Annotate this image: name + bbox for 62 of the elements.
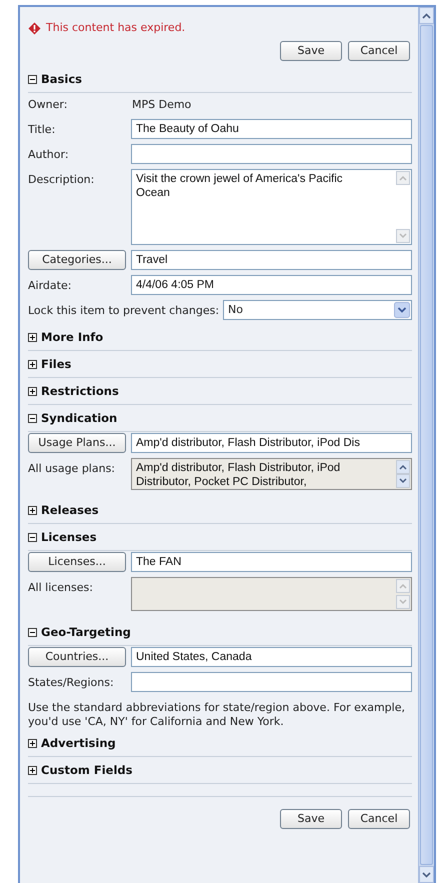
expand-icon[interactable] [28,387,37,396]
text-area[interactable]: Visit the crown jewel of America's Pacific Ocean [131,169,412,245]
field-label: All licenses: [28,580,94,596]
expand-icon[interactable] [28,506,37,515]
input-field[interactable]: United States, Canada [131,647,412,667]
field-label: Owner: [28,97,68,113]
section-title[interactable]: Files [41,356,72,374]
input-field[interactable]: Travel [131,250,412,270]
collapse-icon[interactable] [28,533,37,542]
cancel-button[interactable]: Cancel [348,41,410,61]
field-label: Title: [28,122,56,138]
section-title[interactable]: Syndication [41,410,118,428]
dropdown[interactable]: No [223,300,412,320]
field-label: Airdate: [28,278,72,294]
help-text: Use the standard abbreviations for state/region above. For example, you'd use 'CA, NY' for California and New York. [28,700,406,730]
expand-icon[interactable] [28,360,37,369]
input-field[interactable]: The FAN [131,552,412,572]
save-button[interactable]: Save [280,809,342,829]
input-field[interactable]: The Beauty of Oahu [131,119,412,139]
section-title[interactable]: Advertising [41,734,116,752]
field-value: MPS Demo [131,97,192,113]
section-title[interactable]: Basics [41,70,82,88]
field-label: Lock this item to prevent changes: [28,303,220,319]
collapse-icon[interactable] [28,628,37,637]
expand-icon[interactable] [28,739,37,748]
alert-message: This content has expired. [46,20,186,36]
scroll-bar[interactable] [418,7,434,883]
input-field[interactable] [131,672,412,692]
cancel-button[interactable]: Cancel [348,809,410,829]
choose-button[interactable]: Usage Plans... [28,433,126,453]
expand-icon[interactable] [28,766,37,775]
choose-button[interactable]: Categories... [28,250,126,270]
section-title[interactable]: Releases [41,502,99,520]
scroll-up-icon [396,460,410,474]
collapse-icon[interactable] [28,414,37,423]
text-area[interactable] [131,577,412,611]
save-button[interactable]: Save [280,41,342,61]
input-field[interactable]: 4/4/06 4:05 PM [131,275,412,295]
section-title[interactable]: More Info [41,328,104,346]
choose-button[interactable]: Licenses... [28,552,126,572]
scroll-down-icon [396,595,410,609]
section-title[interactable]: Geo-Targeting [41,624,131,642]
scroll-up-icon [396,579,410,593]
section-title[interactable]: Restrictions [41,382,119,400]
warning-icon [28,22,41,34]
input-field[interactable] [131,144,412,164]
expand-icon[interactable] [28,333,37,342]
field-label: Description: [28,172,96,188]
field-label: All usage plans: [28,461,116,477]
scroll-down-icon [396,474,410,488]
scroll-up-icon[interactable] [422,12,431,18]
scroll-up-icon [396,171,410,185]
scroll-down-icon [396,229,410,243]
collapse-icon[interactable] [28,75,37,84]
section-title[interactable]: Licenses [41,528,97,546]
field-label: States/Regions: [28,675,115,691]
section-title[interactable]: Custom Fields [41,762,132,780]
scroll-down-icon[interactable] [422,872,431,878]
input-field[interactable]: Amp'd distributor, Flash Distributor, iPod Dis [131,433,412,453]
choose-button[interactable]: Countries... [28,647,126,667]
field-label: Author: [28,147,70,163]
text-area[interactable]: Amp'd distributor, Flash Distributor, iPod Distributor, Pocket PC Distributor, [131,458,412,490]
